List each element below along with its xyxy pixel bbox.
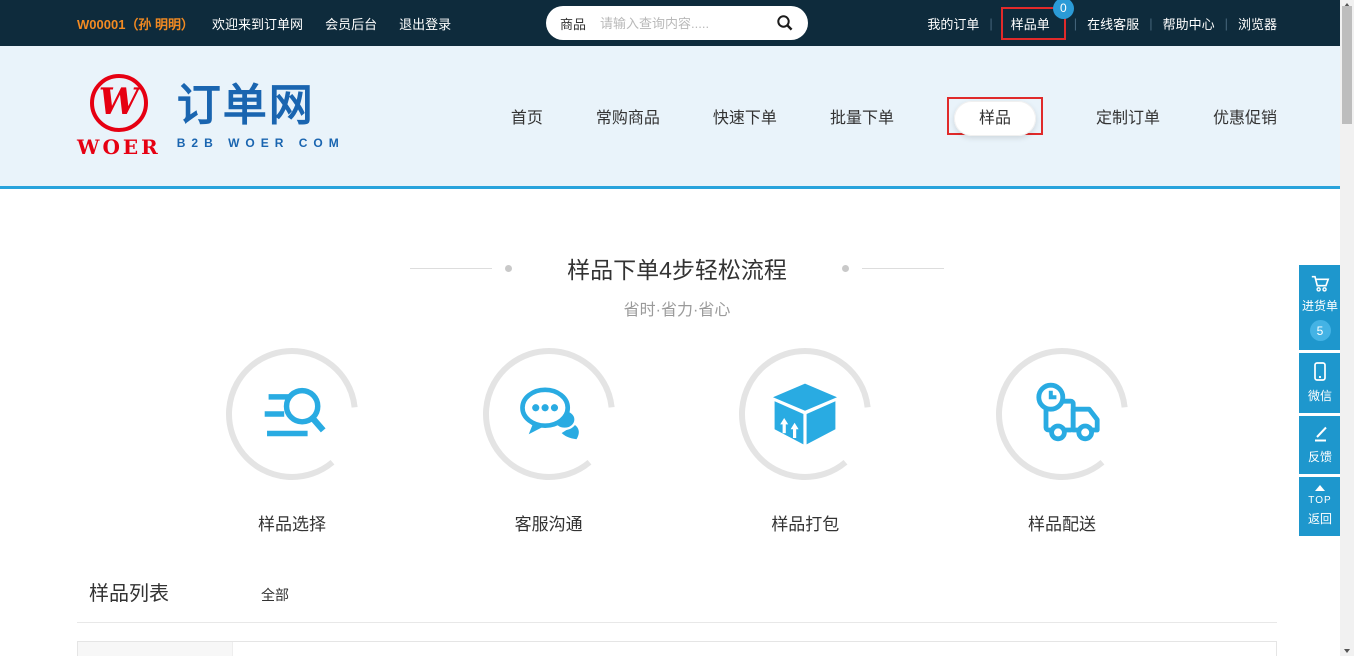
- online-service-link[interactable]: 在线客服: [1087, 14, 1139, 33]
- tool-label: 反馈: [1308, 448, 1332, 465]
- more-button[interactable]: 更多: [1221, 642, 1276, 656]
- user-id: W00001（孙 明明）: [77, 14, 194, 33]
- chat-icon: [510, 375, 588, 453]
- site-name: 订单网: [177, 82, 345, 130]
- step-service-communication: 客服沟通: [481, 346, 617, 535]
- tab-all[interactable]: 全部: [261, 585, 289, 605]
- top-text: TOP: [1308, 495, 1331, 506]
- site-logo[interactable]: W WOER 订单网 B2B WOER COM: [77, 74, 345, 159]
- site-header: W WOER 订单网 B2B WOER COM 首页 常购商品 快速下单 批量下…: [0, 46, 1354, 189]
- search-icon: [776, 14, 794, 32]
- nav-custom-order[interactable]: 定制订单: [1096, 104, 1160, 128]
- scrollbar[interactable]: [1340, 0, 1354, 656]
- tool-label: 微信: [1308, 387, 1332, 404]
- nav-quick-order[interactable]: 快速下单: [713, 104, 777, 128]
- tool-label: 返回: [1308, 510, 1332, 527]
- search-bar: 商品: [546, 6, 808, 40]
- member-backend-link[interactable]: 会员后台: [325, 14, 377, 33]
- woer-logo-mark: W WOER: [77, 74, 161, 159]
- truck-icon: [1022, 374, 1102, 454]
- top-utility-bar: W00001（孙 明明） 欢迎来到订单网 会员后台 退出登录 商品 我的订单 |…: [0, 0, 1354, 46]
- purchase-list-button[interactable]: 进货单 5: [1299, 265, 1341, 350]
- nav-bulk-order[interactable]: 批量下单: [830, 104, 894, 128]
- decor-dot-right: [842, 265, 849, 272]
- category-filter-row: 下级分类 热缩材料 电力电缆附件 电力电气产品 防火耐火材料 电线电缆产品 新能…: [77, 641, 1277, 656]
- site-title-block: 订单网 B2B WOER COM: [177, 82, 345, 150]
- cart-icon: [1309, 273, 1331, 293]
- decor-dot-left: [505, 265, 512, 272]
- nav-home[interactable]: 首页: [511, 104, 543, 128]
- process-section: 样品下单4步轻松流程 省时·省力·省心 样品选择: [0, 189, 1354, 535]
- floating-toolbar: 进货单 5 微信 反馈 TOP 返回: [1299, 265, 1341, 536]
- phone-icon: [1310, 361, 1330, 383]
- purchase-list-badge: 5: [1310, 320, 1331, 341]
- filter-label: 下级分类: [78, 642, 233, 656]
- search-list-icon: [253, 375, 331, 453]
- feedback-button[interactable]: 反馈: [1299, 416, 1341, 474]
- top-arrow-icon: [1315, 485, 1325, 491]
- nav-sample-active[interactable]: 样品: [954, 101, 1036, 136]
- sample-list-section: 样品列表 全部 下级分类 热缩材料 电力电缆附件 电力电气产品 防火耐火材料 电…: [77, 573, 1277, 656]
- back-to-top-button[interactable]: TOP 返回: [1299, 477, 1341, 536]
- step-label: 样品配送: [994, 510, 1130, 535]
- step-sample-packing: 样品打包: [737, 346, 873, 535]
- nav-sample-label: 样品: [979, 110, 1011, 127]
- pencil-icon: [1310, 424, 1330, 444]
- separator: |: [1225, 16, 1228, 31]
- nav-frequent-products[interactable]: 常购商品: [596, 104, 660, 128]
- process-title: 样品下单4步轻松流程: [567, 251, 787, 285]
- my-orders-link[interactable]: 我的订单: [927, 14, 979, 33]
- nav-sample-annotation-box: 样品: [947, 97, 1043, 135]
- package-icon: [765, 374, 845, 454]
- process-subtitle: 省时·省力·省心: [0, 296, 1354, 320]
- main-nav: 首页 常购商品 快速下单 批量下单 样品 定制订单 优惠促销: [511, 97, 1277, 135]
- search-input[interactable]: [600, 16, 776, 31]
- process-steps: 样品选择 客服沟通: [224, 346, 1130, 535]
- sample-list-title: 样品列表: [89, 577, 169, 606]
- step-sample-delivery: 样品配送: [994, 346, 1130, 535]
- help-center-link[interactable]: 帮助中心: [1163, 14, 1215, 33]
- separator: |: [989, 16, 992, 31]
- tool-label: 进货单: [1302, 297, 1338, 314]
- sample-cart-link[interactable]: 样品单: [1011, 17, 1050, 32]
- site-subtitle: B2B WOER COM: [177, 136, 345, 150]
- scrollbar-thumb[interactable]: [1342, 6, 1352, 124]
- logout-link[interactable]: 退出登录: [399, 14, 451, 33]
- separator: |: [1074, 16, 1077, 31]
- search-button[interactable]: [776, 14, 794, 32]
- wechat-button[interactable]: 微信: [1299, 353, 1341, 413]
- logo-w: W: [99, 84, 139, 120]
- scrollbar-down-arrow[interactable]: [1344, 649, 1350, 653]
- search-category-select[interactable]: 商品: [560, 14, 586, 33]
- welcome-text: 欢迎来到订单网: [212, 14, 303, 33]
- decor-line-left: [410, 268, 492, 269]
- sample-cart-annotation-box: 样品单 0: [1001, 7, 1066, 40]
- step-label: 客服沟通: [481, 510, 617, 535]
- step-label: 样品选择: [224, 510, 360, 535]
- logo-brand-text: WOER: [77, 135, 161, 159]
- decor-line-right: [862, 268, 944, 269]
- separator: |: [1149, 16, 1152, 31]
- step-sample-selection: 样品选择: [224, 346, 360, 535]
- top-links: 我的订单 | 样品单 0 | 在线客服 | 帮助中心 | 浏览器: [927, 14, 1277, 33]
- browser-link[interactable]: 浏览器: [1238, 14, 1277, 33]
- step-label: 样品打包: [737, 510, 873, 535]
- nav-promotions[interactable]: 优惠促销: [1213, 104, 1277, 128]
- sample-cart-badge: 0: [1053, 0, 1074, 19]
